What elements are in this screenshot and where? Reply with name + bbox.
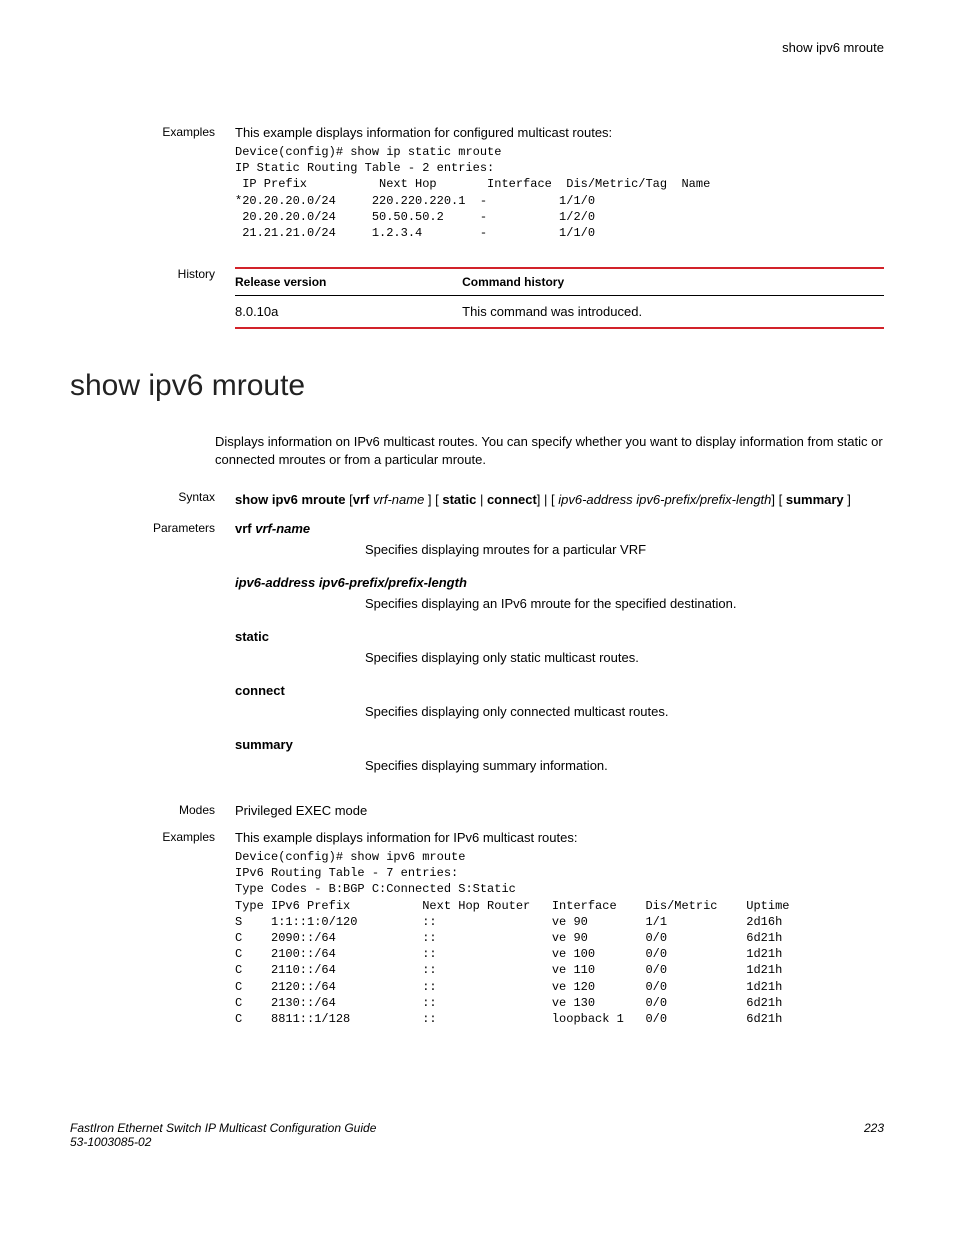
history-desc: This command was introduced. (462, 296, 884, 329)
parameter-block: static Specifies displaying only static m… (235, 629, 884, 665)
syntax-static: static (442, 492, 476, 507)
page-footer: FastIron Ethernet Switch IP Multicast Co… (70, 1121, 884, 1149)
parameter-block: connect Specifies displaying only connect… (235, 683, 884, 719)
syntax-summary: summary (786, 492, 844, 507)
modes-text: Privileged EXEC mode (235, 803, 884, 818)
syntax-cmd: show ipv6 mroute (235, 492, 346, 507)
history-version: 8.0.10a (235, 296, 462, 329)
footer-docnum: 53-1003085-02 (70, 1135, 376, 1149)
parameter-desc: Specifies displaying mroutes for a parti… (365, 542, 884, 557)
syntax-connect: connect (487, 492, 537, 507)
examples-intro: This example displays information for co… (235, 125, 884, 140)
parameter-name: ipv6-address ipv6-prefix/prefix-length (235, 575, 884, 590)
examples-label: Examples (70, 125, 235, 255)
modes-label: Modes (70, 803, 235, 818)
parameters-label: Parameters (70, 521, 235, 791)
footer-title: FastIron Ethernet Switch IP Multicast Co… (70, 1121, 376, 1135)
examples2-label: Examples (70, 830, 235, 1041)
parameter-name: summary (235, 737, 884, 752)
parameter-name: vrf vrf-name (235, 521, 884, 536)
parameter-name: connect (235, 683, 884, 698)
history-col-desc: Command history (462, 268, 884, 296)
parameter-desc: Specifies displaying an IPv6 mroute for … (365, 596, 884, 611)
syntax-vrf: vrf (353, 492, 370, 507)
syntax-vrfname: vrf-name (373, 492, 424, 507)
syntax-addr: ipv6-address ipv6-prefix/prefix-length (558, 492, 771, 507)
parameter-desc: Specifies displaying only static multica… (365, 650, 884, 665)
parameter-desc: Specifies displaying only connected mult… (365, 704, 884, 719)
history-table: Release version Command history 8.0.10a … (235, 267, 884, 329)
command-title: show ipv6 mroute (70, 369, 884, 403)
history-col-version: Release version (235, 268, 462, 296)
footer-pagenum: 223 (864, 1121, 884, 1149)
page-header-right: show ipv6 mroute (70, 40, 884, 55)
parameter-block: vrf vrf-name Specifies displaying mroutes… (235, 521, 884, 557)
command-intro: Displays information on IPv6 multicast r… (215, 433, 884, 469)
syntax-text: show ipv6 mroute [vrf vrf-name ] [ stati… (235, 490, 884, 510)
parameter-block: summary Specifies displaying summary info… (235, 737, 884, 773)
syntax-label: Syntax (70, 490, 235, 510)
parameter-block: ipv6-address ipv6-prefix/prefix-length Sp… (235, 575, 884, 611)
parameter-desc: Specifies displaying summary information… (365, 758, 884, 773)
examples-code-block: Device(config)# show ip static mroute IP… (235, 144, 884, 241)
history-label: History (70, 267, 235, 329)
parameter-name: static (235, 629, 884, 644)
examples2-intro: This example displays information for IP… (235, 830, 884, 845)
examples2-code-block: Device(config)# show ipv6 mroute IPv6 Ro… (235, 849, 884, 1027)
